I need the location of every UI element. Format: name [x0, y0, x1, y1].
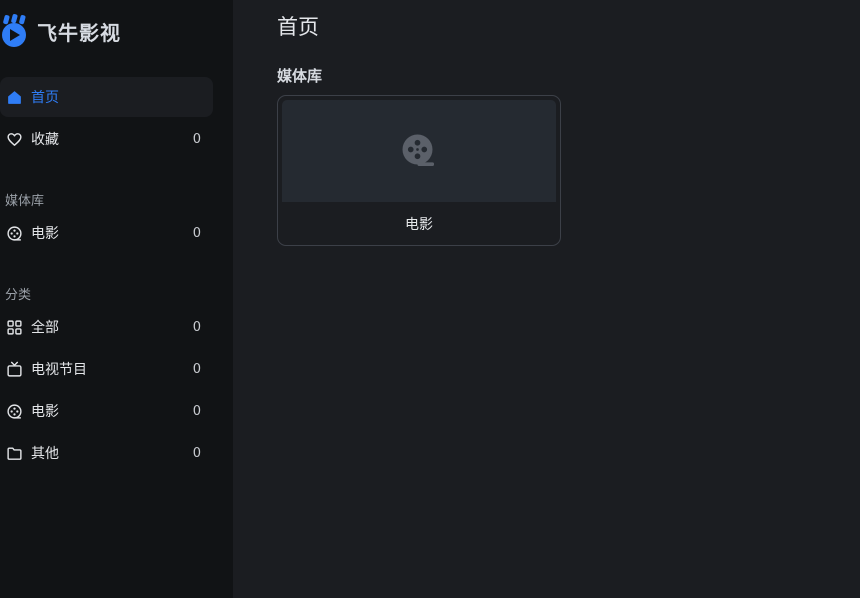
item-count: 0: [192, 131, 201, 147]
fn-logo-icon: [2, 14, 26, 47]
main-content: 首页 媒体库 电影: [233, 0, 860, 598]
sidebar-item-tv-shows[interactable]: 电视节目 0: [0, 349, 213, 389]
film-reel-icon: [5, 224, 23, 242]
sidebar-item-label: 全部: [31, 320, 59, 336]
tv-icon: [5, 360, 23, 378]
section-title-categories: 分类: [5, 288, 32, 303]
item-count: 0: [192, 361, 201, 377]
card-thumbnail: [282, 100, 556, 202]
card-label: 电影: [405, 217, 433, 233]
heart-icon: [5, 130, 23, 148]
grid-icon: [5, 318, 23, 336]
sidebar-item-movies[interactable]: 电影 0: [0, 391, 213, 431]
folder-icon: [5, 444, 23, 462]
item-count: 0: [192, 319, 201, 335]
sidebar-item-label: 收藏: [31, 132, 59, 148]
library-card-movies[interactable]: 电影: [277, 95, 561, 246]
item-count: 0: [192, 445, 201, 461]
sidebar: 飞牛影视 首页 收藏 0 媒体库 电影 0 分类 全部 0 电视节目 0 电影 …: [0, 0, 233, 598]
film-reel-icon: [402, 134, 434, 166]
sidebar-item-home[interactable]: 首页: [0, 77, 213, 117]
library-heading: 媒体库: [277, 67, 323, 85]
sidebar-item-library-movies[interactable]: 电影 0: [0, 213, 213, 253]
sidebar-item-label: 电影: [31, 226, 59, 242]
sidebar-item-label: 电影: [31, 404, 59, 420]
page-title: 首页: [277, 15, 319, 39]
sidebar-item-label: 首页: [31, 90, 59, 106]
sidebar-item-other[interactable]: 其他 0: [0, 433, 213, 473]
sidebar-item-label: 电视节目: [31, 362, 87, 378]
app-logo[interactable]: 飞牛影视: [0, 13, 121, 49]
home-icon: [5, 88, 23, 106]
item-count: 0: [192, 225, 201, 241]
sidebar-item-favorites[interactable]: 收藏 0: [0, 119, 213, 159]
sidebar-item-all[interactable]: 全部 0: [0, 307, 213, 347]
sidebar-item-label: 其他: [31, 446, 59, 462]
app-name: 飞牛影视: [37, 20, 121, 45]
section-title-library: 媒体库: [5, 194, 45, 209]
item-count: 0: [192, 403, 201, 419]
film-reel-icon: [5, 402, 23, 420]
